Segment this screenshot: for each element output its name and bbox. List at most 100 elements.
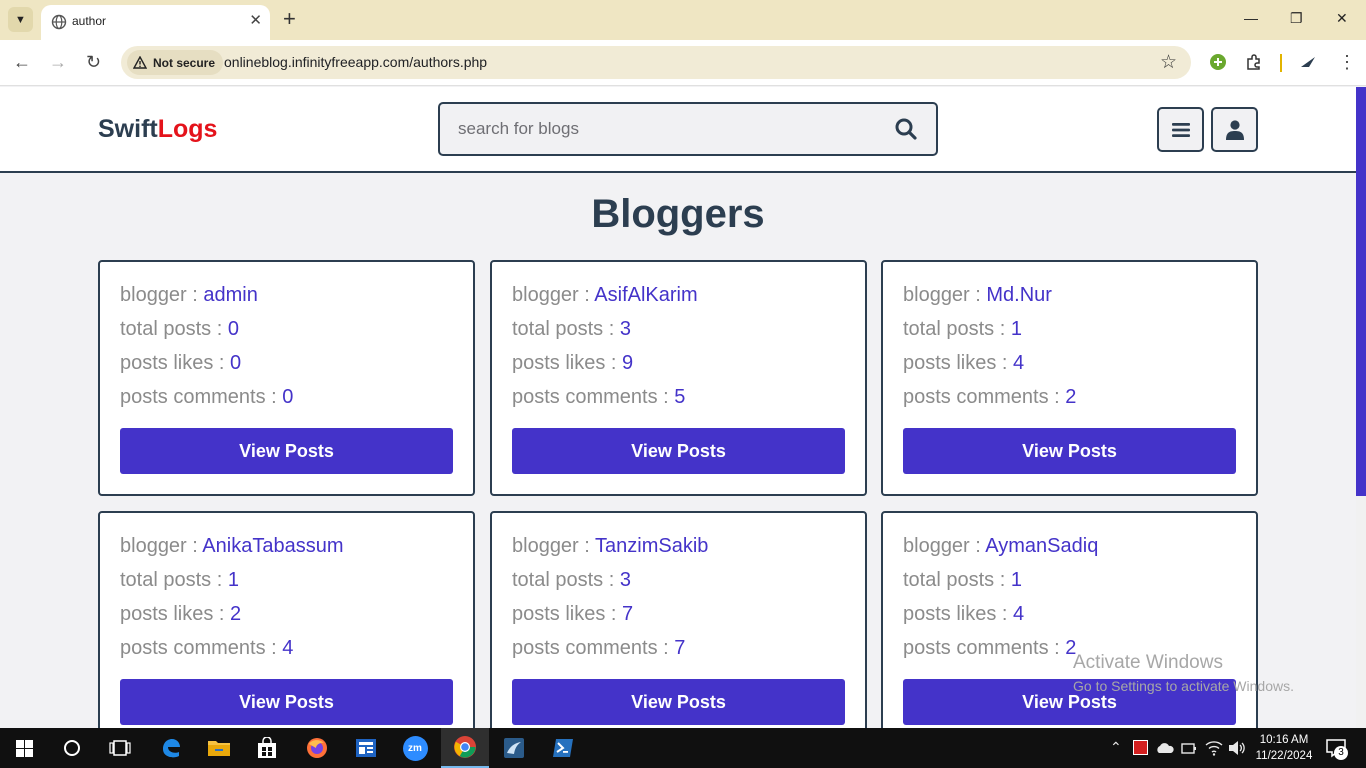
page-scrollbar[interactable]: [1356, 87, 1366, 728]
chrome-icon: [454, 736, 476, 758]
news-app-icon: [356, 739, 376, 757]
posts-comments-label: posts comments :: [120, 637, 283, 659]
activate-windows-watermark: Activate Windows Go to Settings to activ…: [1073, 652, 1294, 694]
view-posts-button[interactable]: View Posts: [903, 428, 1236, 474]
taskbar-store[interactable]: [243, 728, 291, 768]
total-posts-label: total posts :: [903, 569, 1011, 591]
posts-likes-label: posts likes :: [903, 603, 1014, 625]
browser-toolbar: ← → ↻ Not secure onlineblog.infinityfree…: [0, 40, 1366, 86]
battery-icon[interactable]: [1181, 741, 1197, 755]
address-bar[interactable]: Not secure onlineblog.infinityfreeapp.co…: [121, 46, 1191, 79]
blogger-label: blogger :: [512, 284, 595, 306]
tab-search-button[interactable]: ▼: [8, 7, 33, 32]
total-posts-label: total posts :: [512, 318, 620, 340]
blogger-card: blogger : TanzimSakib total posts : 3 po…: [490, 511, 867, 747]
extension-plus-icon[interactable]: [1209, 53, 1227, 71]
url-text: onlineblog.infinityfreeapp.com/authors.p…: [224, 54, 488, 70]
blogger-card: blogger : AsifAlKarim total posts : 3 po…: [490, 260, 867, 496]
posts-likes-row: posts likes : 7: [512, 603, 633, 626]
total-posts-row: total posts : 1: [903, 318, 1022, 341]
security-chip[interactable]: Not secure: [127, 50, 224, 75]
logo-text-swift: Swift: [98, 115, 158, 143]
user-account-button[interactable]: [1211, 107, 1258, 152]
view-posts-button[interactable]: View Posts: [512, 428, 845, 474]
wifi-icon[interactable]: [1205, 740, 1223, 756]
forward-icon[interactable]: →: [49, 52, 67, 72]
search-input[interactable]: [458, 118, 878, 140]
posts-likes-value: 4: [1013, 603, 1025, 625]
blogger-label: blogger :: [903, 535, 986, 557]
onedrive-cloud-icon[interactable]: [1155, 742, 1175, 754]
chevron-down-icon: ▼: [15, 13, 26, 26]
view-posts-button[interactable]: View Posts: [120, 428, 453, 474]
cortana-circle-icon: [64, 740, 80, 756]
task-view-button[interactable]: [96, 728, 144, 768]
blogger-card: blogger : AnikaTabassum total posts : 1 …: [98, 511, 475, 747]
profile-icon[interactable]: [1299, 53, 1317, 71]
tray-overflow-chevron-icon[interactable]: ⌃: [1110, 739, 1122, 756]
posts-comments-row: posts comments : 5: [512, 386, 685, 409]
posts-likes-row: posts likes : 4: [903, 603, 1024, 626]
taskbar-zoom[interactable]: zm: [391, 728, 439, 768]
menu-kebab-icon[interactable]: ⋮: [1338, 52, 1356, 72]
posts-comments-value: 7: [674, 637, 686, 659]
blogger-row: blogger : AnikaTabassum: [120, 535, 343, 558]
new-tab-button[interactable]: +: [283, 8, 296, 30]
posts-comments-row: posts comments : 7: [512, 637, 685, 660]
browser-tab[interactable]: author ✕: [41, 5, 270, 40]
reload-icon[interactable]: ↻: [86, 52, 101, 72]
view-posts-button[interactable]: View Posts: [512, 679, 845, 725]
total-posts-label: total posts :: [120, 569, 228, 591]
posts-likes-label: posts likes :: [903, 352, 1014, 374]
blogger-name: AnikaTabassum: [202, 535, 344, 557]
taskbar-app-news[interactable]: [342, 728, 390, 768]
site-logo[interactable]: SwiftLogs: [98, 115, 217, 144]
tab-close-icon[interactable]: ✕: [249, 12, 262, 30]
total-posts-label: total posts :: [120, 318, 228, 340]
posts-likes-row: posts likes : 9: [512, 352, 633, 375]
posts-comments-row: posts comments : 2: [903, 386, 1076, 409]
total-posts-row: total posts : 1: [903, 569, 1022, 592]
taskbar-chrome[interactable]: [441, 728, 489, 768]
posts-likes-label: posts likes :: [512, 352, 623, 374]
restore-icon[interactable]: ❐: [1290, 10, 1303, 27]
logo-text-logs: Logs: [157, 115, 218, 143]
total-posts-value: 3: [619, 569, 631, 591]
warning-icon: [133, 56, 147, 69]
total-posts-row: total posts : 3: [512, 569, 631, 592]
windows-logo-icon: [15, 739, 33, 757]
cortana-button[interactable]: [48, 728, 96, 768]
menu-button[interactable]: [1157, 107, 1204, 152]
taskbar-powershell[interactable]: [539, 728, 587, 768]
minimize-icon[interactable]: —: [1244, 10, 1258, 26]
bookmark-star-icon[interactable]: ☆: [1160, 51, 1177, 74]
taskbar-clock[interactable]: 10:16 AM 11/22/2024: [1252, 732, 1316, 764]
blogger-label: blogger :: [903, 284, 987, 306]
taskbar-edge[interactable]: [147, 728, 195, 768]
taskbar-file-explorer[interactable]: [195, 728, 243, 768]
blogger-card: blogger : admin total posts : 0 posts li…: [98, 260, 475, 496]
close-window-icon[interactable]: ✕: [1336, 10, 1348, 27]
blogger-name: TanzimSakib: [595, 535, 709, 557]
search-icon[interactable]: [894, 117, 918, 141]
taskbar-mysql-workbench[interactable]: [490, 728, 538, 768]
blogger-row: blogger : AsifAlKarim: [512, 284, 698, 307]
taskbar-firefox[interactable]: [293, 728, 341, 768]
posts-comments-row: posts comments : 2: [903, 637, 1076, 660]
scrollbar-thumb[interactable]: [1356, 87, 1366, 496]
blogger-label: blogger :: [120, 535, 203, 557]
view-posts-button[interactable]: View Posts: [120, 679, 453, 725]
puzzle-icon[interactable]: [1245, 53, 1263, 71]
windows-taskbar: zm ⌃ 10:16 AM 11/22/2024 3: [0, 728, 1366, 768]
blogger-card: blogger : AymanSadiq total posts : 1 pos…: [881, 511, 1258, 747]
start-button[interactable]: [0, 728, 48, 768]
posts-comments-value: 2: [1065, 386, 1077, 408]
posts-likes-value: 7: [622, 603, 634, 625]
acrobat-tray-icon[interactable]: [1133, 740, 1148, 755]
total-posts-row: total posts : 1: [120, 569, 239, 592]
volume-icon[interactable]: [1228, 740, 1246, 756]
search-box: [438, 102, 938, 156]
back-icon[interactable]: ←: [13, 52, 31, 72]
blogger-label: blogger :: [120, 284, 204, 306]
posts-comments-label: posts comments :: [512, 637, 675, 659]
